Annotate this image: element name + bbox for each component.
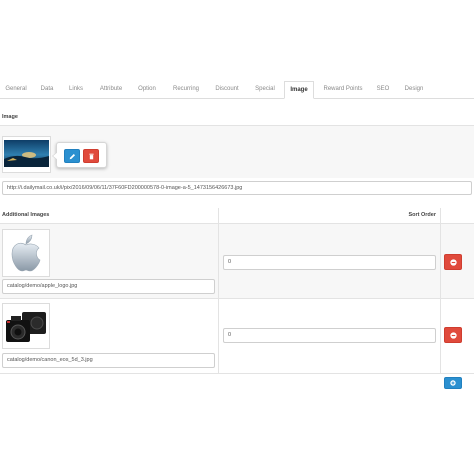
tab-bar: General Data Links Attribute Option Recu… [0, 81, 474, 99]
tab-recurring[interactable]: Recurring [168, 81, 204, 98]
tab-attribute[interactable]: Attribute [95, 81, 127, 98]
tab-data[interactable]: Data [36, 81, 58, 98]
image-action-popover [52, 142, 107, 168]
remove-image-button[interactable] [444, 327, 462, 343]
tab-option[interactable]: Option [134, 81, 160, 98]
apple-logo-icon [11, 234, 41, 272]
image-path-field[interactable]: catalog/demo/canon_eos_5d_3.jpg [2, 353, 215, 368]
remove-image-button[interactable] [444, 254, 462, 270]
minus-circle-icon [449, 258, 457, 266]
sort-order-input[interactable]: 0 [223, 255, 436, 270]
additional-image-thumbnail[interactable] [2, 229, 50, 277]
main-image-thumbnail[interactable] [2, 136, 51, 173]
additional-images-heading: Additional Images [2, 212, 50, 218]
trash-icon [88, 153, 94, 159]
tab-image[interactable]: Image [284, 81, 314, 99]
additional-image-thumbnail[interactable] [2, 303, 50, 349]
tab-links[interactable]: Links [65, 81, 87, 98]
image-path-field[interactable]: catalog/demo/apple_logo.jpg [2, 279, 215, 294]
sort-order-input[interactable]: 0 [223, 328, 436, 343]
tab-design[interactable]: Design [399, 81, 429, 98]
tab-discount[interactable]: Discount [210, 81, 244, 98]
tab-reward-points[interactable]: Reward Points [318, 81, 368, 98]
minus-circle-icon [449, 331, 457, 339]
pencil-icon [69, 153, 75, 159]
camera-icon [6, 312, 46, 342]
clear-image-button[interactable] [83, 149, 99, 163]
image-heading: Image [2, 114, 18, 120]
image-url-field[interactable]: http://i.dailymail.co.uk/i/pix/2016/09/0… [2, 181, 472, 195]
plus-circle-icon [450, 380, 456, 386]
tab-special[interactable]: Special [250, 81, 280, 98]
sort-order-heading: Sort Order [408, 212, 436, 218]
tab-seo[interactable]: SEO [372, 81, 394, 98]
landscape-photo-icon [4, 140, 49, 167]
add-image-button[interactable] [444, 377, 462, 389]
tab-general[interactable]: General [2, 81, 30, 98]
edit-image-button[interactable] [64, 149, 80, 163]
column-divider [440, 299, 441, 373]
divider [0, 373, 474, 374]
column-divider [218, 299, 219, 373]
